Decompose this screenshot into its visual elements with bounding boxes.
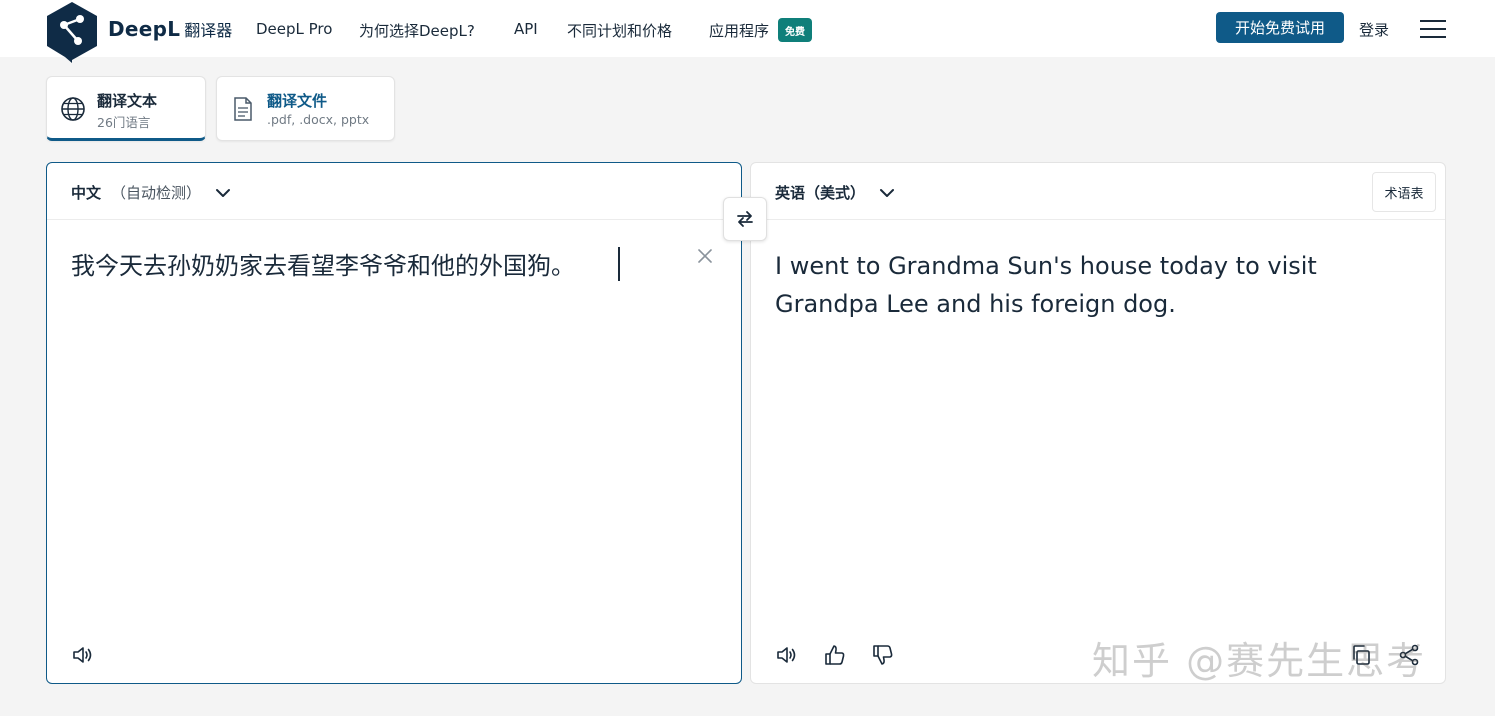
brand[interactable]: DeepL 翻译器 (108, 17, 232, 41)
swap-languages-button[interactable] (723, 197, 767, 241)
login-link[interactable]: 登录 (1359, 19, 1389, 40)
top-header: DeepL 翻译器 DeepL Pro 为何选择DeepL? API 不同计划和… (0, 0, 1495, 63)
free-badge: 免费 (778, 18, 812, 42)
chevron-down-icon (216, 188, 231, 197)
tab-text-title: 翻译文本 (97, 92, 158, 110)
watermark: 知乎 @赛先生思考 (1092, 639, 1427, 683)
source-panel: 中文 （自动检测） 我今天去孙奶奶家去看望李爷爷和他的外国狗。 (46, 162, 742, 684)
close-icon[interactable] (694, 245, 716, 267)
nav-why-deepl[interactable]: 为何选择DeepL? (359, 20, 475, 41)
speaker-icon[interactable] (71, 643, 95, 667)
thumbs-down-icon[interactable] (871, 643, 895, 667)
thumbs-up-icon[interactable] (823, 643, 847, 667)
translation-output: I went to Grandma Sun's house today to v… (775, 252, 1317, 318)
document-icon (234, 97, 252, 121)
target-panel-header: 英语（美式） 术语表 (751, 163, 1445, 220)
target-language-select[interactable]: 英语（美式） (775, 182, 897, 203)
nav-deepl-pro[interactable]: DeepL Pro (256, 20, 332, 38)
menu-icon[interactable] (1420, 19, 1446, 39)
start-free-trial-button[interactable]: 开始免费试用 (1216, 12, 1344, 43)
source-language-select[interactable]: 中文 （自动检测） (71, 182, 233, 203)
brand-name: DeepL (108, 17, 181, 41)
swap-icon (737, 211, 753, 227)
brand-sub: 翻译器 (184, 21, 233, 40)
glossary-button[interactable]: 术语表 (1372, 172, 1436, 212)
nav-api[interactable]: API (514, 20, 538, 38)
chevron-down-icon (880, 188, 895, 197)
tab-translate-text[interactable]: 翻译文本 26门语言 (46, 76, 206, 141)
tab-file-subtitle: .pdf, .docx, pptx (267, 112, 370, 127)
source-panel-header: 中文 （自动检测） (47, 163, 741, 220)
tab-text-subtitle: 26门语言 (97, 115, 151, 130)
deepl-logo-icon[interactable] (45, 1, 99, 63)
speaker-icon[interactable] (775, 643, 799, 667)
tab-file-title: 翻译文件 (267, 92, 328, 110)
globe-icon (61, 97, 85, 121)
nav-apps[interactable]: 应用程序 (709, 20, 769, 41)
target-panel: 英语（美式） 术语表 I went to Grandma Sun's house… (750, 162, 1446, 684)
tab-translate-files[interactable]: 翻译文件 .pdf, .docx, pptx (216, 76, 395, 141)
target-language-label: 英语（美式） (775, 184, 866, 202)
text-caret (618, 247, 620, 281)
source-language-label: 中文 (71, 184, 102, 202)
auto-detect-label: （自动检测） (111, 184, 202, 202)
nav-plans-pricing[interactable]: 不同计划和价格 (567, 20, 672, 41)
source-text-input[interactable]: 我今天去孙奶奶家去看望李爷爷和他的外国狗。 (71, 247, 575, 285)
